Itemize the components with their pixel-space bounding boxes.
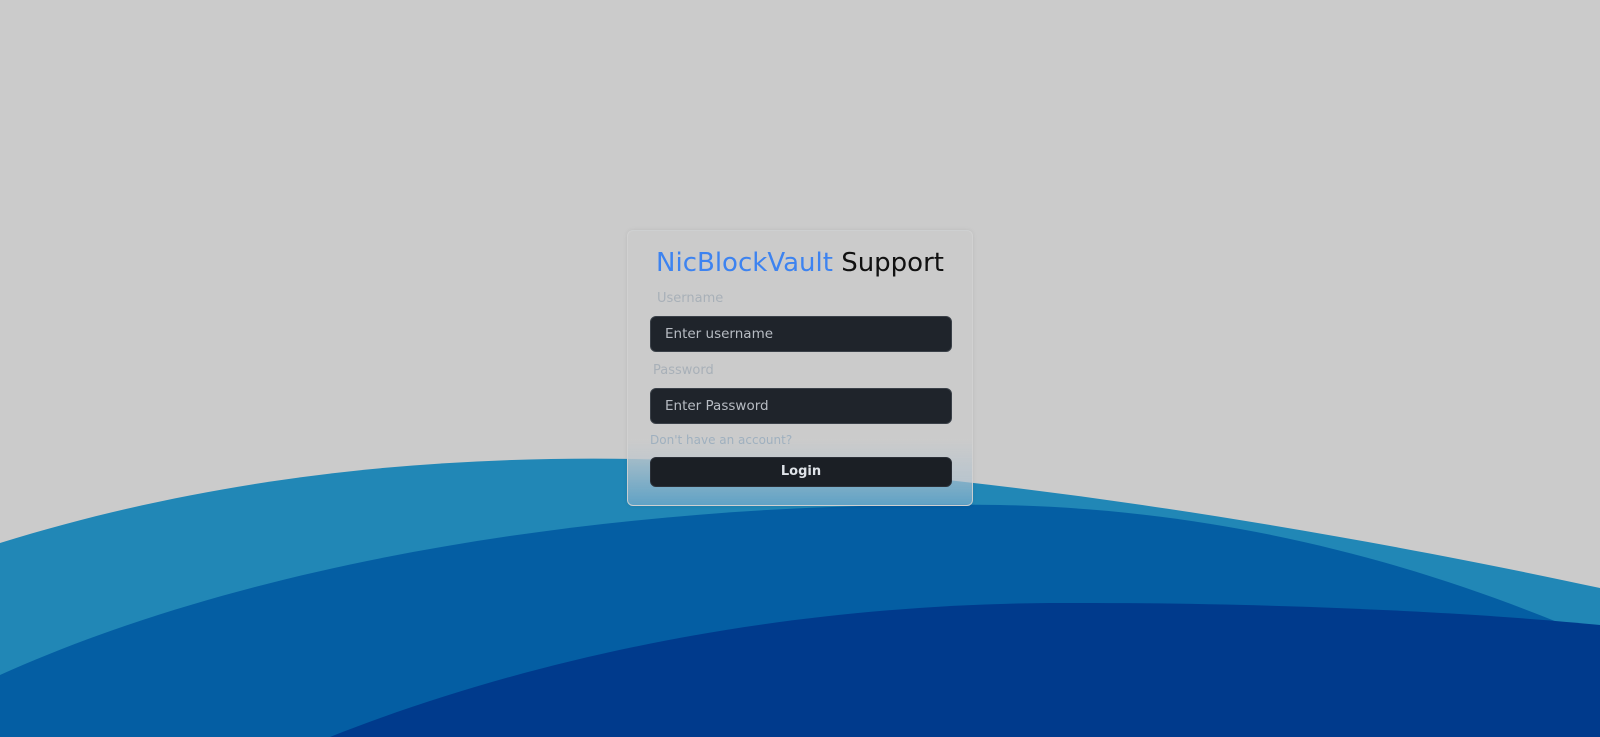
password-input[interactable] (650, 388, 952, 424)
username-input[interactable] (650, 316, 952, 352)
brand-name: NicBlockVault (656, 248, 833, 278)
page-title: NicBlockVault Support (628, 247, 972, 279)
username-label: Username (657, 291, 724, 306)
login-page: NicBlockVault Support Username Password … (0, 0, 1600, 737)
signup-link[interactable]: Don't have an account? (650, 433, 792, 447)
login-button[interactable]: Login (650, 457, 952, 487)
password-label: Password (653, 363, 714, 378)
login-card: NicBlockVault Support Username Password … (627, 230, 973, 506)
title-suffix: Support (841, 248, 944, 278)
